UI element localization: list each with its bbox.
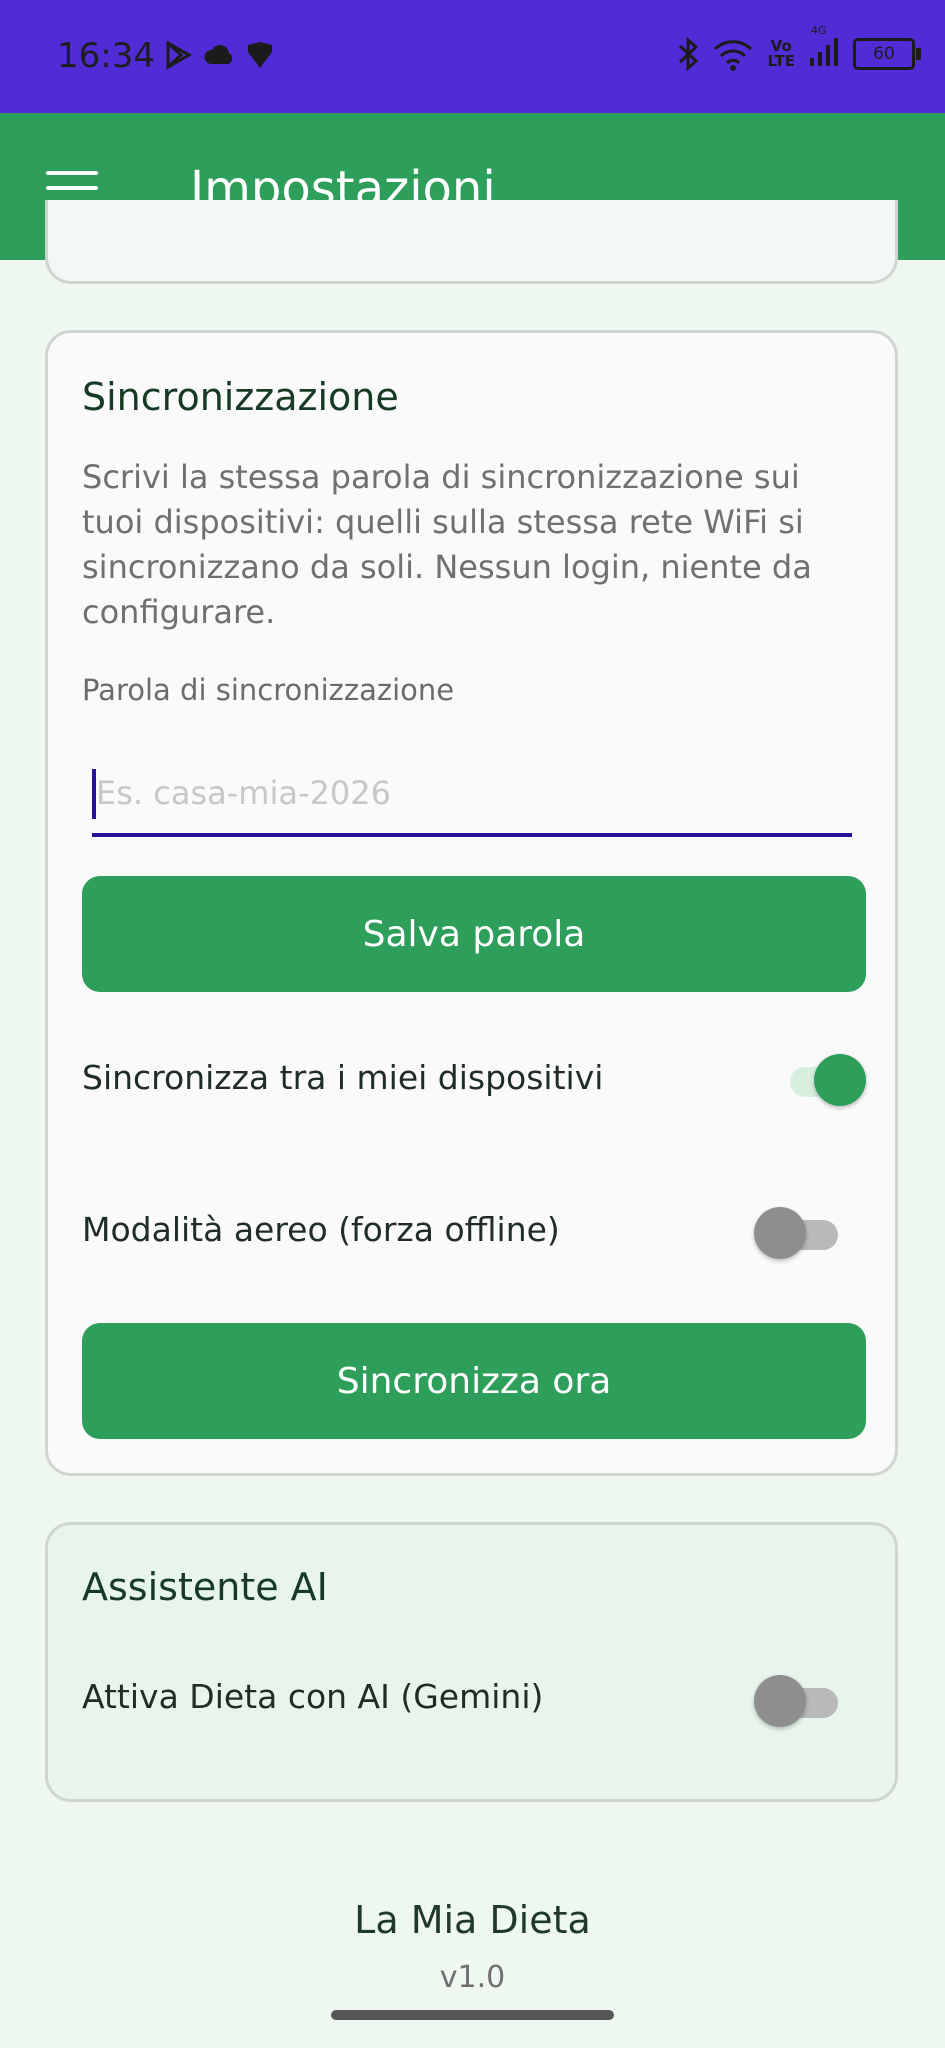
sync-description: Scrivi la stessa parola di sincronizzazi…: [82, 458, 812, 631]
sync-word-label: Parola di sincronizzazione: [82, 673, 455, 707]
lte-bottom: LTE: [767, 52, 795, 70]
previous-card: [45, 200, 898, 284]
sync-toggle-thumb: [814, 1054, 866, 1106]
sync-word-input[interactable]: [92, 753, 852, 833]
ai-card-title: Assistente AI: [82, 1565, 328, 1609]
sync-card-title: Sincronizzazione: [82, 375, 399, 419]
save-word-button[interactable]: Salva parola: [82, 876, 866, 992]
ai-card: Assistente AI Attiva Dieta con AI (Gemin…: [45, 1522, 898, 1802]
ai-toggle-thumb: [754, 1675, 806, 1727]
network-type: 4G: [811, 24, 827, 37]
status-bar: 16:34 Vo LTE 4G 60: [0, 0, 945, 113]
battery-icon: 60: [853, 38, 921, 70]
ai-toggle[interactable]: [754, 1675, 838, 1729]
play-store-icon: [166, 40, 193, 70]
sync-now-button[interactable]: Sincronizza ora: [82, 1323, 866, 1439]
text-caret: [92, 769, 96, 819]
wifi-icon: [714, 40, 753, 71]
bluetooth-icon: [679, 37, 699, 71]
signal-icon: [810, 38, 838, 66]
sync-word-field-container: [92, 753, 852, 837]
home-indicator[interactable]: [331, 2010, 614, 2020]
app-version: v1.0: [439, 1960, 506, 1990]
airplane-toggle-thumb: [754, 1207, 806, 1259]
sync-card: Sincronizzazione Scrivi la stessa parola…: [45, 330, 898, 1476]
menu-line: [46, 186, 98, 190]
signal-block: 4G: [809, 24, 839, 72]
status-time: 16:34: [57, 36, 155, 76]
status-left-icons: [163, 40, 275, 70]
app-name: La Mia Dieta: [354, 1898, 591, 1942]
lte-indicator: Vo LTE: [767, 39, 795, 69]
menu-line: [46, 171, 98, 175]
app-icon: [248, 42, 272, 68]
airplane-toggle[interactable]: [754, 1207, 838, 1261]
ai-toggle-label: Attiva Dieta con AI (Gemini): [82, 1677, 544, 1716]
airplane-toggle-label: Modalità aereo (forza offline): [82, 1210, 560, 1249]
status-right-icons: Vo LTE 4G 60: [677, 24, 921, 72]
cloud-icon: [204, 45, 233, 64]
sync-toggle[interactable]: [782, 1054, 866, 1108]
sync-toggle-label: Sincronizza tra i miei dispositivi: [82, 1058, 604, 1097]
